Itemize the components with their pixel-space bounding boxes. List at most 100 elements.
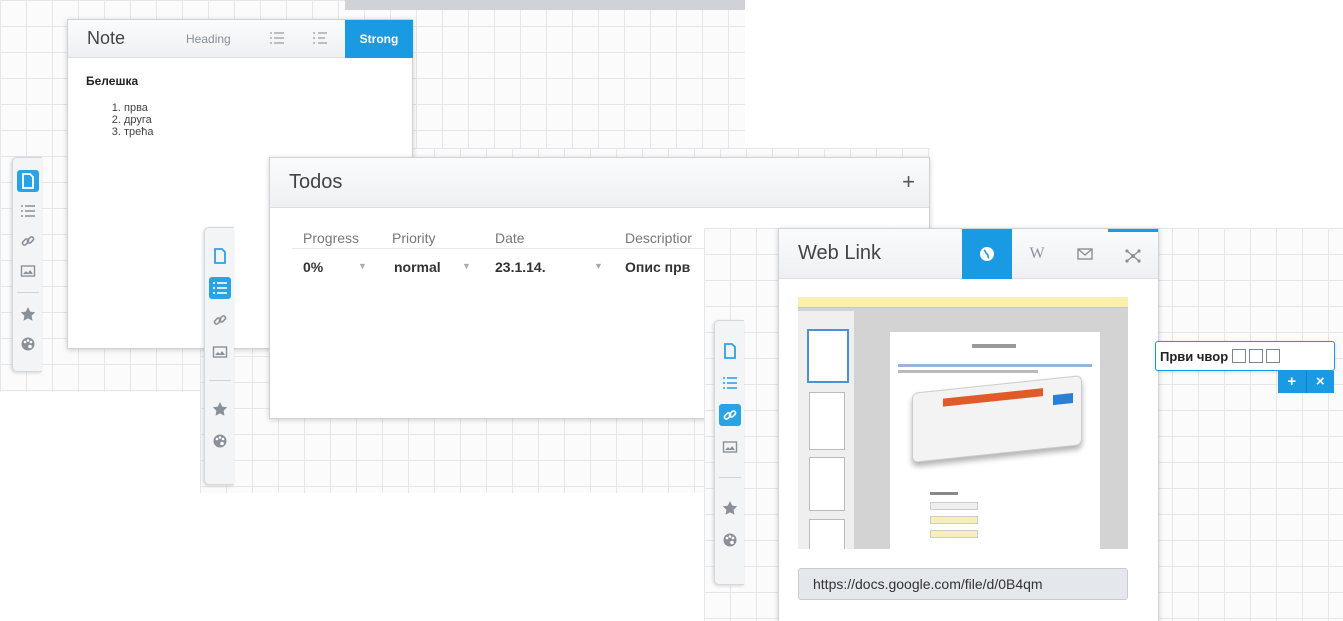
envelope-icon bbox=[1077, 248, 1093, 260]
add-child-node-button[interactable]: + bbox=[1278, 371, 1307, 393]
image-icon bbox=[212, 346, 227, 358]
note-icon bbox=[213, 248, 226, 264]
link-icon bbox=[21, 236, 34, 246]
mindmap-tab[interactable] bbox=[1108, 229, 1158, 279]
website-tab[interactable] bbox=[962, 229, 1012, 279]
image-type-button[interactable] bbox=[719, 436, 741, 458]
image-icon bbox=[722, 441, 737, 453]
add-todo-button[interactable]: + bbox=[902, 169, 915, 195]
numbered-list-button[interactable] bbox=[313, 31, 327, 50]
node-list-icon[interactable] bbox=[1266, 349, 1281, 363]
link-type-button[interactable] bbox=[718, 404, 741, 426]
list-type-button[interactable] bbox=[208, 277, 231, 299]
preview-form-field bbox=[930, 530, 978, 538]
note-list: прва друга трећа bbox=[86, 102, 412, 138]
node-link-icon[interactable] bbox=[1249, 349, 1264, 363]
preview-thumb-page bbox=[809, 519, 845, 549]
note-toolbar bbox=[12, 157, 42, 372]
star-icon bbox=[722, 501, 737, 515]
favorite-button[interactable] bbox=[17, 303, 39, 325]
chevron-down-icon[interactable]: ▼ bbox=[594, 261, 603, 271]
todo-row: 0% ▼ normal ▼ 23.1.14. ▼ Опис прв bbox=[292, 249, 712, 285]
weblink-header: Web Link W bbox=[779, 229, 1158, 279]
preview-subheading bbox=[930, 492, 958, 495]
url-field[interactable]: https://docs.google.com/file/d/0B4qm bbox=[798, 568, 1128, 600]
list-type-button[interactable] bbox=[719, 372, 741, 394]
preview-heading bbox=[972, 344, 1016, 348]
numbered-list-icon bbox=[313, 32, 327, 44]
note-title: Note bbox=[87, 28, 126, 48]
note-header: Note Heading Strong bbox=[68, 20, 413, 58]
globe-icon bbox=[980, 247, 994, 261]
link-type-button[interactable] bbox=[209, 309, 231, 331]
weblink-card: Web Link W https://docs.google.com/file/… bbox=[778, 228, 1159, 621]
link-preview[interactable] bbox=[798, 297, 1128, 549]
preview-form-field bbox=[930, 502, 978, 510]
strong-button[interactable]: Strong bbox=[345, 20, 413, 58]
wikipedia-tab[interactable]: W bbox=[1012, 229, 1062, 279]
bullet-list-button[interactable] bbox=[270, 31, 284, 50]
weblink-toolbar bbox=[714, 320, 744, 585]
palette-icon bbox=[21, 337, 34, 351]
remove-node-button[interactable]: × bbox=[1307, 371, 1335, 393]
todos-header: Todos + bbox=[270, 158, 929, 208]
email-tab[interactable] bbox=[1062, 229, 1108, 279]
note-list-item: трећа bbox=[124, 126, 412, 138]
note-icon bbox=[723, 343, 736, 359]
link-icon bbox=[723, 410, 736, 420]
preview-blue-button bbox=[1053, 393, 1073, 406]
note-type-button[interactable] bbox=[209, 245, 231, 267]
note-icon bbox=[21, 173, 34, 189]
link-icon bbox=[213, 315, 226, 325]
list-icon bbox=[722, 377, 737, 389]
col-priority-header: Priority bbox=[392, 230, 436, 246]
list-type-button[interactable] bbox=[17, 200, 39, 222]
image-type-button[interactable] bbox=[17, 260, 39, 282]
todos-title: Todos bbox=[289, 171, 343, 193]
note-type-button[interactable] bbox=[16, 170, 39, 192]
preview-thumb-page bbox=[807, 329, 849, 383]
link-type-button[interactable] bbox=[17, 230, 39, 252]
star-icon bbox=[212, 402, 227, 416]
preview-form-field bbox=[930, 516, 978, 524]
todo-progress[interactable]: 0% bbox=[303, 259, 323, 275]
preview-screenshot-image bbox=[912, 375, 1082, 463]
preview-text-line bbox=[898, 370, 1038, 373]
list-icon bbox=[20, 205, 35, 217]
todos-toolbar bbox=[204, 227, 234, 485]
toolbar-separator bbox=[718, 477, 741, 478]
list-icon bbox=[212, 282, 227, 294]
mindmap-node[interactable]: Први чвор bbox=[1155, 341, 1335, 371]
preview-topbar bbox=[798, 297, 1128, 308]
todo-priority[interactable]: normal bbox=[394, 259, 441, 275]
toolbar-separator bbox=[208, 380, 231, 381]
note-editor[interactable]: Белешка прва друга трећа bbox=[68, 58, 412, 138]
bullet-list-icon bbox=[270, 32, 284, 44]
color-button[interactable] bbox=[209, 430, 231, 452]
window-top-bar bbox=[345, 0, 745, 10]
heading-button[interactable]: Heading bbox=[186, 32, 231, 46]
preview-thumb-page bbox=[809, 392, 845, 450]
todo-description[interactable]: Опис прв bbox=[625, 259, 690, 275]
weblink-title: Web Link bbox=[798, 242, 882, 264]
col-description-header: Descriptior bbox=[625, 230, 692, 246]
favorite-button[interactable] bbox=[719, 497, 741, 519]
chevron-down-icon[interactable]: ▼ bbox=[358, 261, 367, 271]
note-type-button[interactable] bbox=[719, 340, 741, 362]
palette-icon bbox=[213, 434, 226, 448]
image-icon bbox=[20, 265, 35, 277]
color-button[interactable] bbox=[17, 333, 39, 355]
chevron-down-icon[interactable]: ▼ bbox=[462, 261, 471, 271]
todo-date[interactable]: 23.1.14. bbox=[495, 259, 546, 275]
image-type-button[interactable] bbox=[209, 341, 231, 363]
color-button[interactable] bbox=[719, 529, 741, 551]
star-icon bbox=[20, 307, 35, 321]
palette-icon bbox=[723, 533, 736, 547]
preview-text-line bbox=[898, 364, 1092, 367]
preview-document-page bbox=[890, 332, 1100, 549]
mindmap-node-label: Први чвор bbox=[1160, 348, 1229, 364]
favorite-button[interactable] bbox=[209, 398, 231, 420]
node-note-icon[interactable] bbox=[1232, 349, 1247, 363]
mindmap-node-actions: + × bbox=[1278, 371, 1334, 393]
preview-thumb-page bbox=[809, 457, 845, 511]
